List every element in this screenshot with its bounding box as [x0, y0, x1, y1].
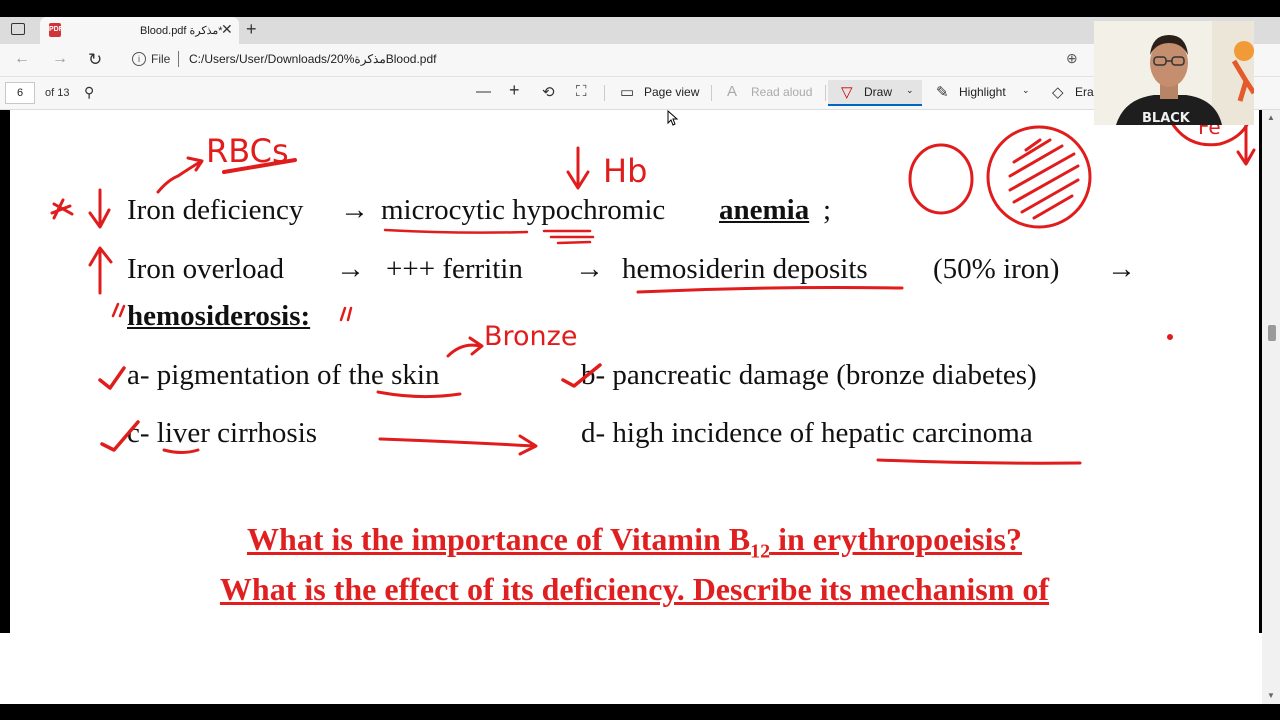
ink-quote-left — [111, 302, 126, 318]
ink-circle-hatching — [1008, 138, 1080, 220]
page-view-button[interactable]: Page view — [644, 85, 699, 99]
page-view-icon[interactable]: ▭ — [620, 83, 634, 101]
item-a: a- pigmentation of the skin — [127, 359, 440, 391]
zoom-icon[interactable]: ⊕ — [1066, 50, 1078, 67]
tab-title: Blood.pdf مذكرة* — [140, 25, 223, 37]
text-semicolon: ; — [823, 194, 832, 226]
ink-check-a — [98, 366, 126, 390]
tab-bar: PDF Blood.pdf مذكرة* ✕ + — [0, 17, 1280, 44]
text-hemosiderosis: hemosiderosis: — [127, 300, 311, 332]
zoom-in-icon[interactable]: + — [509, 80, 520, 101]
ink-underline-hepatic — [876, 458, 1082, 465]
ink-circle-normal — [908, 143, 974, 215]
eraser-icon[interactable]: ◇ — [1052, 83, 1064, 101]
arrow-glyph: → — [575, 253, 604, 285]
ink-long-arrow — [378, 434, 538, 456]
highlight-button[interactable]: Highlight — [959, 85, 1006, 99]
mouse-cursor-icon — [667, 110, 679, 126]
question-2: What is the effect of its deficiency. De… — [219, 571, 1050, 607]
ink-hb-label: Hb — [603, 152, 647, 190]
address-divider — [178, 51, 179, 67]
ink-hb-arrow — [566, 146, 590, 190]
ink-bronze-label: Bronze — [484, 321, 577, 352]
arrow-glyph: → — [336, 253, 365, 285]
text-iron-overload: Iron overload — [127, 253, 285, 285]
page-total: of 13 — [45, 87, 70, 99]
back-icon[interactable]: ← — [14, 50, 30, 68]
ink-bronze-arrow — [446, 336, 484, 358]
ink-dot — [1167, 334, 1173, 340]
scroll-up-icon[interactable]: ▲ — [1267, 113, 1275, 122]
text-iron-deficiency: Iron deficiency — [127, 194, 304, 226]
pdf-icon: PDF — [49, 23, 63, 37]
ink-underline-liver — [162, 448, 200, 454]
presenter-video: BLACK — [1094, 21, 1254, 125]
address-bar: ← → ↻ i File C:/Users/User/Downloads/20%… — [0, 44, 1280, 77]
tab-active[interactable]: PDF Blood.pdf مذكرة* ✕ — [40, 17, 239, 44]
toolbar-divider — [711, 85, 712, 101]
page-gap — [0, 633, 1262, 704]
text-anemia: anemia — [719, 194, 810, 226]
file-label: File — [151, 52, 171, 66]
ink-rbcs-label: RBCs — [206, 132, 289, 170]
arrow-glyph: → — [1107, 253, 1136, 285]
item-b: b- pancreatic damage (bronze diabetes) — [581, 359, 1037, 391]
fit-page-icon[interactable]: ⛶ — [576, 83, 587, 100]
question-1-subscript: 12 — [750, 540, 771, 563]
read-aloud-icon: A — [727, 83, 738, 100]
pdf-page: Iron deficiency → microcytic hypochromic… — [10, 110, 1259, 633]
question-1-text-b: in erythropoeisis? — [770, 521, 1022, 557]
draw-button[interactable]: ▽ Draw ⌄ — [828, 80, 922, 106]
ink-quote-right — [339, 306, 353, 322]
rotate-icon[interactable]: ⟲ — [542, 83, 555, 101]
url-field[interactable]: C:/Users/User/Downloads/20%مذكرةBlood.pd… — [189, 52, 436, 66]
scrollbar-thumb[interactable] — [1268, 325, 1276, 341]
highlight-icon[interactable]: ✎ — [936, 83, 949, 101]
ink-underline-skin — [376, 390, 462, 399]
chevron-down-icon[interactable]: ⌄ — [1022, 85, 1030, 96]
item-c: c- liver cirrhosis — [127, 417, 318, 449]
zoom-out-icon[interactable]: — — [476, 83, 491, 100]
read-aloud-button: Read aloud — [751, 85, 813, 99]
ink-up-arrow — [88, 246, 113, 295]
text-ferritin: +++ ferritin — [386, 253, 523, 285]
toolbar-divider — [825, 85, 826, 101]
ink-rbcs-arrow — [156, 156, 204, 194]
pdf-toolbar: 6 of 13 ⚲ — + ⟲ ⛶ ▭ Page view A Read alo… — [0, 77, 1280, 110]
arrow-glyph: → — [340, 194, 369, 226]
shirt-text: BLACK — [1142, 111, 1191, 125]
info-icon[interactable]: i — [132, 52, 146, 66]
text-hemosiderin: hemosiderin deposits — [622, 253, 868, 285]
close-icon[interactable]: ✕ — [221, 21, 233, 38]
search-icon[interactable]: ⚲ — [84, 84, 94, 101]
ink-star — [50, 198, 74, 220]
forward-icon[interactable]: → — [52, 50, 68, 68]
toolbar-divider — [604, 85, 605, 101]
webcam-overlay: BLACK — [1094, 21, 1254, 125]
scrollbar[interactable] — [1262, 110, 1280, 704]
question-1-text-a: What is the importance of Vitamin B — [247, 521, 751, 557]
tab-actions-icon[interactable] — [11, 23, 25, 35]
new-tab-icon[interactable]: + — [246, 19, 257, 40]
chevron-down-icon[interactable]: ⌄ — [906, 85, 914, 96]
ink-down-arrow — [88, 188, 111, 229]
ink-circle-hatched — [986, 125, 1092, 229]
item-d: d- high incidence of hepatic carcinoma — [581, 417, 1033, 449]
draw-label: Draw — [864, 85, 893, 99]
ink-underline-microcytic — [383, 228, 529, 234]
ink-underline-hemosiderin — [636, 286, 904, 294]
scroll-down-icon[interactable]: ▼ — [1267, 691, 1275, 700]
question-1: What is the importance of Vitamin B12 in… — [10, 521, 1259, 563]
page-number-input[interactable]: 6 — [5, 82, 35, 104]
text-microcytic: microcytic hypochromic — [381, 194, 666, 226]
text-iron-percent: (50% iron) — [933, 253, 1060, 285]
ink-underline-hypo — [542, 229, 595, 245]
ink-rbcs-underline — [222, 158, 297, 174]
pen-icon: ▽ — [841, 84, 853, 101]
reload-icon[interactable]: ↻ — [88, 50, 102, 70]
